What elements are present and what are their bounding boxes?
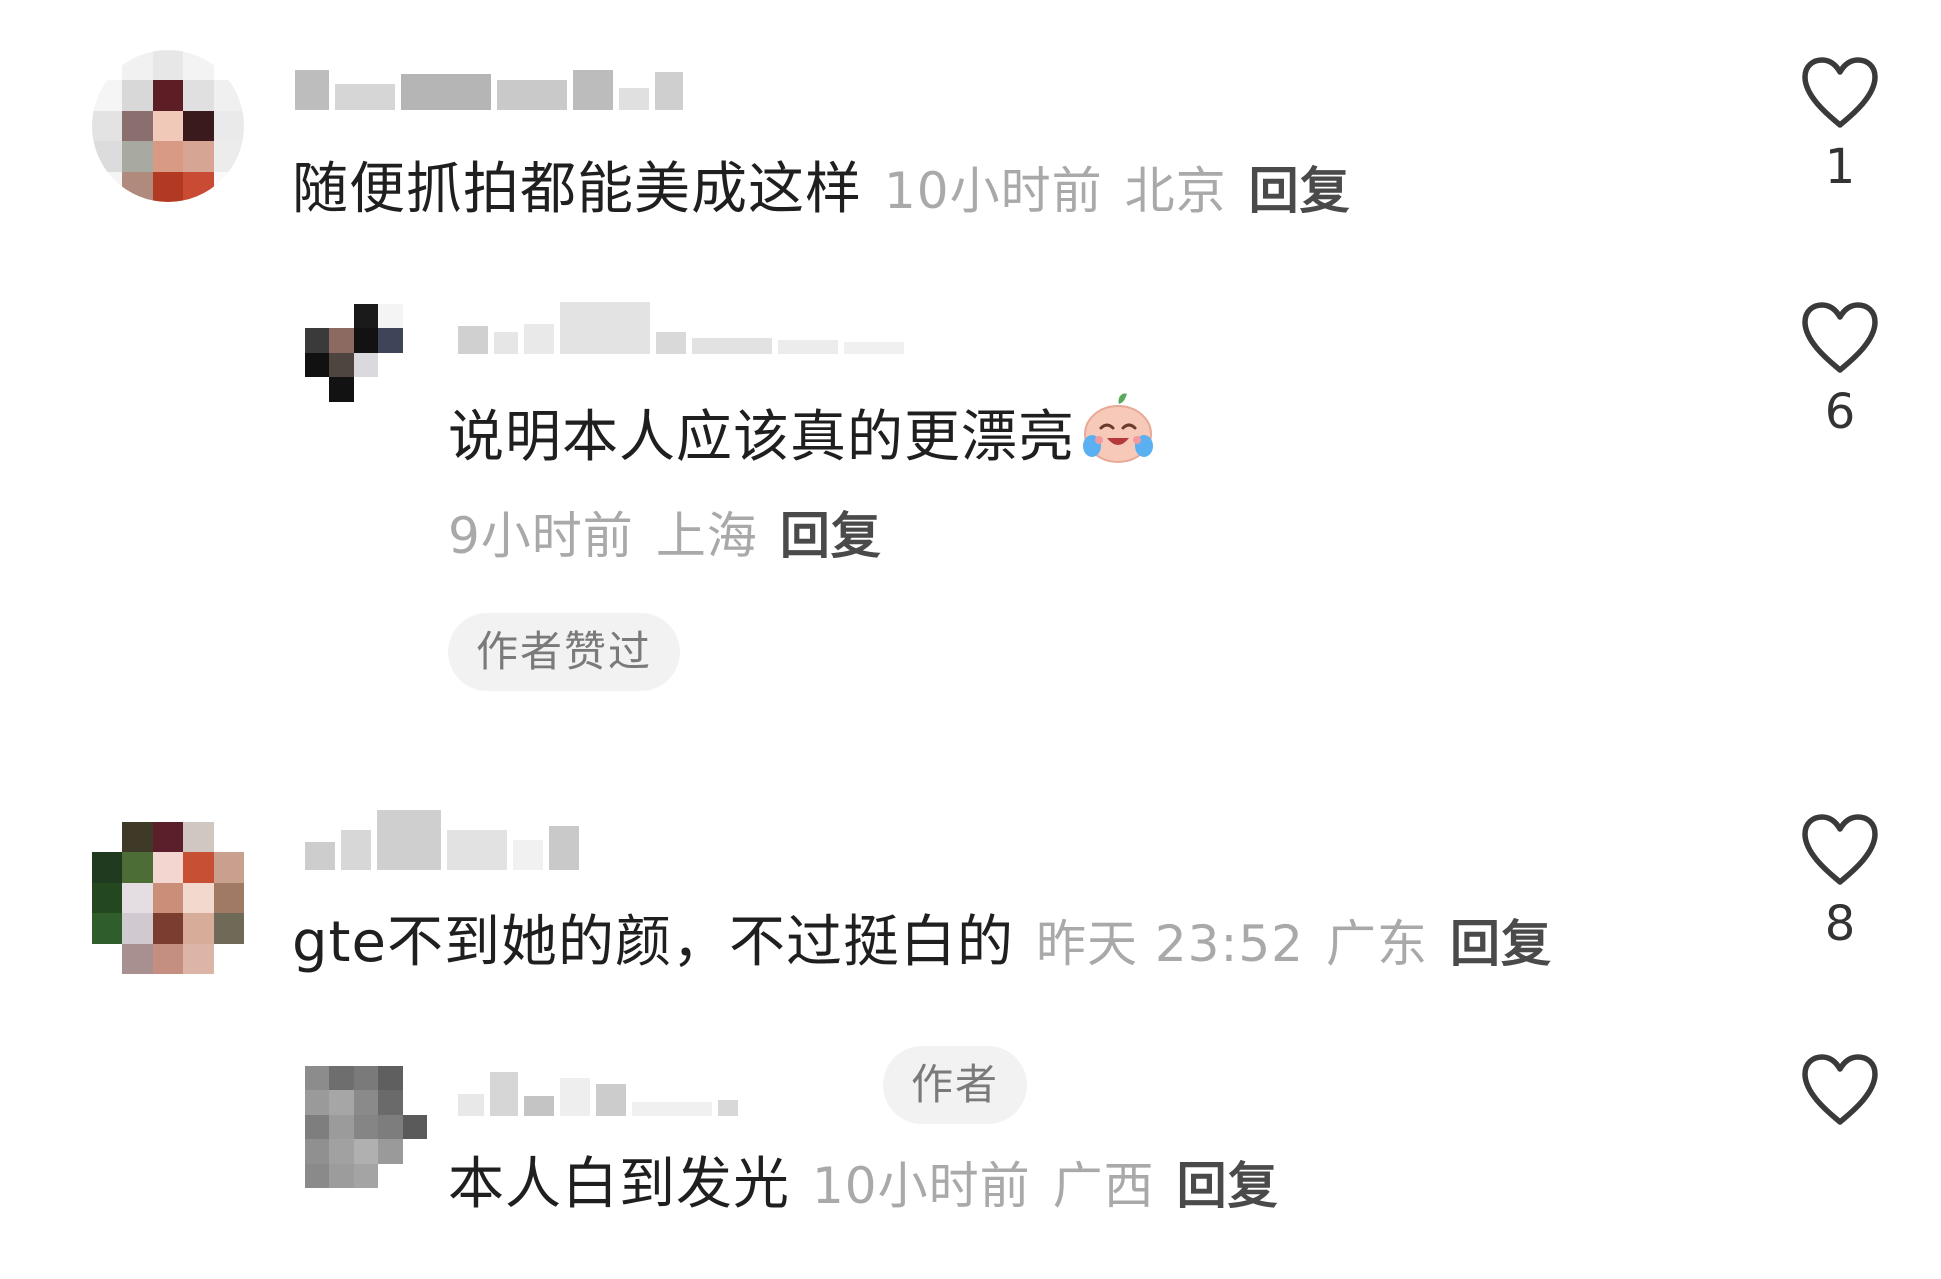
reply-button[interactable]: 回复 — [1177, 1157, 1279, 1215]
like-control[interactable]: 1 — [1790, 55, 1890, 195]
avatar[interactable] — [92, 822, 244, 974]
author-liked-badge: 作者赞过 — [448, 613, 681, 691]
reply-button[interactable]: 回复 — [1249, 162, 1351, 220]
like-control[interactable]: 6 — [1790, 300, 1890, 440]
comment-location: 北京 — [1124, 162, 1227, 220]
comment-location: 广西 — [1052, 1157, 1155, 1215]
comment-body-line: 说明本人应该真的更漂亮 — [448, 390, 1157, 483]
heart-outline-icon[interactable] — [1799, 1052, 1881, 1126]
crying-laughing-emoji-icon — [1079, 390, 1157, 483]
comment-time: 昨天 23:52 — [1035, 915, 1304, 973]
comment-location: 广东 — [1325, 915, 1428, 973]
comment-text: 说明本人应该真的更漂亮 — [448, 405, 1075, 470]
comment-time: 9小时前 — [448, 507, 634, 565]
heart-outline-icon[interactable] — [1799, 300, 1881, 374]
comment-body-line: gte不到她的颜，不过挺白的 昨天 23:52 广东 回复 — [292, 908, 1552, 979]
comment-text: gte不到她的颜，不过挺白的 — [292, 910, 1014, 975]
like-count: 6 — [1824, 384, 1856, 440]
comment-text: 本人白到发光 — [448, 1152, 790, 1217]
comment-time: 10小时前 — [884, 162, 1103, 220]
reply-button[interactable]: 回复 — [780, 507, 882, 565]
comment-item: gte不到她的颜，不过挺白的 昨天 23:52 广东 回复 8 — [0, 760, 1941, 1030]
comment-time: 10小时前 — [812, 1157, 1031, 1215]
heart-outline-icon[interactable] — [1799, 55, 1881, 129]
heart-outline-icon[interactable] — [1799, 812, 1881, 886]
avatar[interactable] — [305, 304, 427, 426]
like-count: 8 — [1824, 896, 1856, 952]
avatar[interactable] — [305, 1066, 427, 1188]
username-redacted[interactable] — [305, 810, 579, 870]
username-redacted[interactable] — [295, 62, 683, 110]
comment-item: 随便抓拍都能美成这样 10小时前 北京 回复 1 — [0, 0, 1941, 260]
comment-meta-line: 9小时前 上海 回复 — [448, 500, 882, 571]
reply-item: 说明本人应该真的更漂亮 9小时前 上海 回复 作者赞过 6 — [0, 260, 1941, 700]
like-control[interactable] — [1790, 1052, 1890, 1136]
username-redacted[interactable] — [458, 1068, 738, 1116]
author-tag: 作者 — [883, 1046, 1028, 1124]
reply-item: 作者 本人白到发光 10小时前 广西 回复 — [0, 1030, 1941, 1279]
comment-body-line: 随便抓拍都能美成这样 10小时前 北京 回复 — [292, 155, 1351, 226]
reply-button[interactable]: 回复 — [1450, 915, 1552, 973]
username-redacted[interactable] — [458, 302, 904, 354]
comment-location: 上海 — [655, 507, 758, 565]
comment-text: 随便抓拍都能美成这样 — [292, 157, 862, 222]
avatar[interactable] — [92, 50, 244, 202]
like-count: 1 — [1824, 139, 1856, 195]
like-control[interactable]: 8 — [1790, 812, 1890, 952]
comment-body-line: 本人白到发光 10小时前 广西 回复 — [448, 1150, 1279, 1221]
